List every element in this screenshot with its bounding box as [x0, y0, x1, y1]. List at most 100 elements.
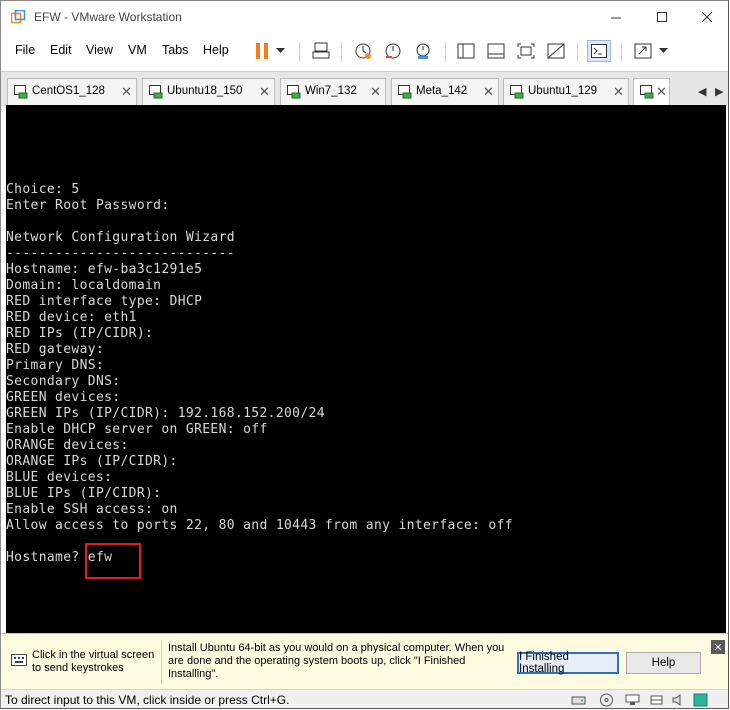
unity-icon	[547, 43, 565, 59]
console-line: GREEN IPs (IP/CIDR): 192.168.152.200/24	[6, 406, 325, 421]
toolbar-separator	[299, 42, 300, 62]
sound-card-icon[interactable]	[671, 693, 686, 707]
console-line: Network Configuration Wizard	[6, 230, 235, 245]
snapshot-icon	[355, 43, 371, 59]
toolbar-separator	[621, 42, 622, 62]
tab-efw-active[interactable]: ✕	[633, 78, 670, 106]
help-button[interactable]: Help	[626, 652, 701, 674]
console-line: RED gateway:	[6, 342, 105, 357]
network-adapter-icon[interactable]	[625, 693, 640, 707]
status-bar: To direct input to this VM, click inside…	[1, 689, 728, 708]
cd-dvd-icon[interactable]	[599, 693, 614, 707]
close-icon	[701, 11, 712, 22]
pause-icon	[256, 43, 268, 59]
take-snapshot-button[interactable]	[351, 40, 375, 62]
usb-device-icon[interactable]	[649, 693, 664, 707]
tab-meta-142[interactable]: Meta_142 ✕	[391, 78, 499, 105]
menu-help[interactable]: Help	[203, 43, 229, 57]
vm-icon	[14, 85, 28, 99]
tab-close-icon[interactable]: ✕	[613, 84, 624, 100]
full-screen-button[interactable]	[514, 40, 538, 62]
hostname-input-highlight	[85, 543, 141, 579]
console-line: Hostname: efw-ba3c1291e5	[6, 262, 203, 277]
tab-label: Win7_132	[305, 85, 357, 97]
tab-close-icon[interactable]: ✕	[483, 84, 494, 100]
console-icon	[591, 44, 607, 58]
scroll-tabs-right-icon[interactable]: ▶	[715, 85, 723, 98]
send-ctrl-alt-del-button[interactable]	[309, 40, 333, 62]
vmware-app-icon	[11, 10, 26, 24]
install-hint-bar: Click in the virtual screen to send keys…	[1, 633, 728, 689]
vm-icon	[149, 85, 163, 99]
tab-ubuntu1-129[interactable]: Ubuntu1_129 ✕	[503, 78, 629, 105]
tab-label: Ubuntu1_129	[528, 85, 598, 97]
vm-icon	[510, 85, 524, 99]
revert-snapshot-icon	[385, 43, 401, 59]
revert-snapshot-button[interactable]	[381, 40, 405, 62]
stretch-icon	[634, 43, 652, 59]
pause-button[interactable]	[250, 40, 274, 62]
menu-file[interactable]: File	[15, 43, 35, 57]
toolbar-separator	[445, 42, 446, 62]
scroll-tabs-left-icon[interactable]: ◀	[698, 85, 706, 98]
console-line: RED IPs (IP/CIDR):	[6, 326, 154, 341]
unity-button[interactable]	[544, 40, 568, 62]
i-finished-installing-button[interactable]: I Finished Installing	[517, 651, 619, 675]
close-infobar-icon[interactable]: ✕	[711, 640, 725, 654]
show-library-button[interactable]	[454, 40, 478, 62]
console-view-button[interactable]	[587, 40, 611, 62]
minimize-icon	[610, 17, 621, 18]
console-line: GREEN devices:	[6, 390, 121, 405]
thumbnail-bar-button[interactable]	[484, 40, 508, 62]
stretch-guest-button[interactable]	[631, 40, 655, 62]
vm-tab-strip: CentOS1_128 ✕ Ubuntu18_150 ✕ Win7_132 ✕ …	[1, 71, 728, 106]
toolbar-separator	[577, 42, 578, 62]
display-icon[interactable]	[693, 693, 708, 707]
toolbar-separator	[341, 42, 342, 62]
tab-label: Ubuntu18_150	[167, 85, 243, 97]
tab-ubuntu18-150[interactable]: Ubuntu18_150 ✕	[142, 78, 275, 105]
menu-view[interactable]: View	[86, 43, 113, 57]
console-line: RED interface type: DHCP	[6, 294, 203, 309]
console-line: RED device: eth1	[6, 310, 137, 325]
console-line: ORANGE IPs (IP/CIDR):	[6, 454, 178, 469]
menu-toolbar: File Edit View VM Tabs Help	[1, 33, 728, 69]
snapshot-manager-button[interactable]	[411, 40, 435, 62]
menu-vm[interactable]: VM	[128, 43, 147, 57]
chevron-down-icon	[275, 48, 285, 53]
vm-icon	[287, 85, 301, 99]
hard-disk-icon[interactable]	[571, 693, 586, 707]
console-line: ----------------------------	[6, 246, 235, 261]
vm-icon	[640, 85, 654, 99]
maximize-button[interactable]	[639, 1, 685, 33]
maximize-icon	[656, 11, 667, 22]
vm-console-screen[interactable]: Choice: 5 Enter Root Password: Network C…	[6, 105, 726, 633]
console-line: Domain: localdomain	[6, 278, 162, 293]
console-line: Choice: 5	[6, 182, 80, 197]
status-text: To direct input to this VM, click inside…	[5, 693, 290, 707]
tab-close-icon[interactable]: ✕	[656, 84, 667, 100]
vmware-window: EFW - VMware Workstation File Edit View …	[0, 0, 729, 709]
tab-win7-132[interactable]: Win7_132 ✕	[280, 78, 386, 105]
menu-edit[interactable]: Edit	[50, 43, 72, 57]
close-window-button[interactable]	[684, 1, 728, 33]
tab-close-icon[interactable]: ✕	[259, 84, 270, 100]
console-line: BLUE IPs (IP/CIDR):	[6, 486, 162, 501]
library-icon	[457, 43, 475, 59]
minimize-button[interactable]	[593, 1, 639, 33]
stretch-dropdown-button[interactable]	[655, 40, 671, 62]
thumbnail-icon	[487, 43, 505, 59]
tab-centos1-128[interactable]: CentOS1_128 ✕	[7, 78, 137, 105]
console-line: Secondary DNS:	[6, 374, 121, 389]
tab-close-icon[interactable]: ✕	[370, 84, 381, 100]
tab-close-icon[interactable]: ✕	[121, 84, 132, 100]
menu-tabs[interactable]: Tabs	[162, 43, 188, 57]
console-line: Primary DNS:	[6, 358, 105, 373]
install-message: Install Ubuntu 64-bit as you would on a …	[168, 642, 505, 680]
power-dropdown-button[interactable]	[272, 40, 288, 62]
console-line: Allow access to ports 22, 80 and 10443 f…	[6, 518, 513, 533]
chevron-down-icon	[658, 48, 668, 53]
keyboard-icon	[11, 654, 27, 666]
tab-label: Meta_142	[416, 85, 468, 97]
console-line: BLUE devices:	[6, 470, 113, 485]
